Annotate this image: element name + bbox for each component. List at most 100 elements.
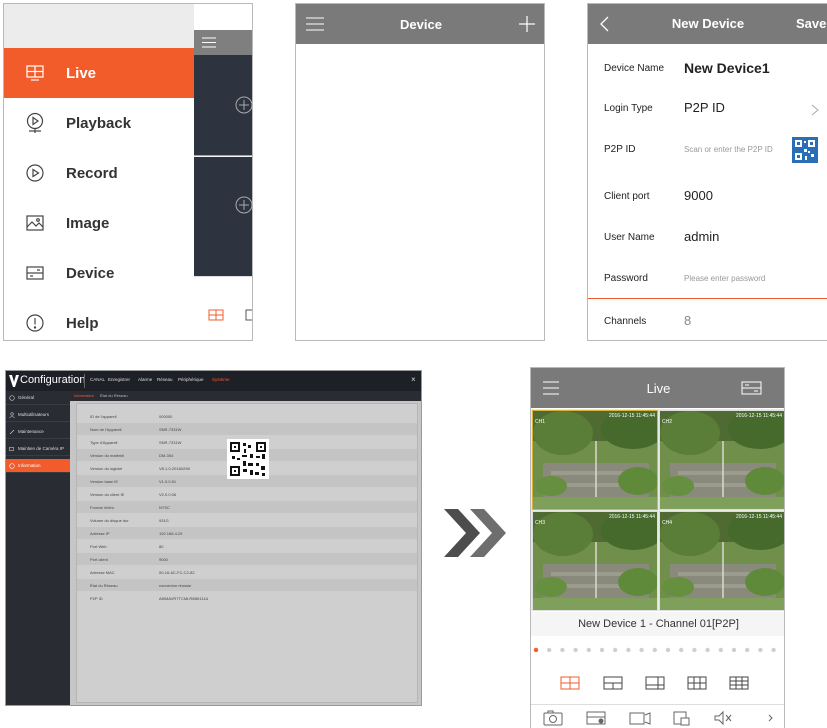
new-device-screen: New Device Save Device Name New Device1 … [587,3,827,341]
password-field[interactable]: Password Please enter password [588,259,827,299]
menu-item-playback[interactable]: Playback [4,98,194,148]
nav-canal[interactable]: CANAL [90,377,105,382]
sidebar-item-maintenance[interactable]: Maintenance [6,425,70,439]
page-dot[interactable] [599,647,605,653]
menu-item-record[interactable]: Record [4,148,194,198]
sidebar-item-maintien-camera-ip[interactable]: Maintien de Caméra IP [6,442,70,456]
empty-channel-tile[interactable] [194,55,252,156]
menu-item-help[interactable]: Help [4,298,194,340]
field-label: P2P ID [604,144,636,155]
user-name-field[interactable]: User Name admin [588,218,827,258]
info-row: Port client 9000 [77,553,417,565]
hamburger-icon[interactable] [304,13,326,35]
nav-reseau[interactable]: Réseau [157,377,173,382]
page-dot[interactable] [692,647,697,653]
menu-item-image[interactable]: Image [4,198,194,248]
camera-tile[interactable]: 2016-12-15 11:45:44 CH1 [532,410,658,510]
password-input[interactable]: Please enter password [684,274,765,283]
dvr-device-icon[interactable] [741,381,763,395]
tab-etat-reseau[interactable]: État du Réseau [100,393,128,398]
record-icon [586,711,606,725]
p2p-id-input[interactable]: Scan or enter the P2P ID [684,145,773,154]
device-name-input[interactable]: New Device1 [684,60,770,76]
configuration-window: Configuration CANAL Enregistrer Alarme R… [5,370,422,706]
camera-tile[interactable]: 2016-12-15 11:45:44 CH2 [659,410,784,510]
sidebar-item-label: Multiutilisateurs [18,412,50,417]
nav-peripherique[interactable]: Périphérique [178,377,204,382]
info-value: 192.168.4.29 [159,531,183,536]
page-dot[interactable] [652,647,657,653]
page-dot[interactable] [718,647,723,653]
live-preview-header [194,30,253,55]
page-dot[interactable] [626,647,631,653]
menu-item-live[interactable]: Live [4,48,194,98]
device-name-field[interactable]: Device Name New Device1 [588,49,827,89]
sidebar-item-general[interactable]: Général [6,391,70,405]
page-dot[interactable] [547,647,552,653]
channels-input[interactable]: 8 [684,313,691,328]
dvr-device-icon [4,265,66,281]
image-icon [4,214,66,232]
camera-tile[interactable]: 2016-12-15 11:45:44 CH3 [532,511,658,611]
camera-timestamp: 2016-12-15 11:45:44 [608,413,655,419]
new-device-header: New Device Save [588,4,827,44]
login-type-field[interactable]: Login Type P2P ID [588,89,827,129]
camera-feed-image [533,512,657,610]
config-title-bar: Configuration CANAL Enregistrer Alarme R… [6,371,421,391]
channels-field[interactable]: Channels 8 [588,302,827,340]
page-dot[interactable] [679,647,684,653]
nav-enregistrer[interactable]: Enregistrer [108,377,130,382]
live-header: Live [531,368,784,408]
client-port-input[interactable]: 9000 [684,188,713,203]
nav-alarme[interactable]: Alarme [138,377,152,382]
empty-channel-tile[interactable] [194,157,252,276]
login-type-select[interactable]: P2P ID [684,100,725,115]
tab-information[interactable]: Information [74,393,94,398]
info-label: Version du logiciel [90,466,123,471]
page-dot[interactable] [586,647,591,653]
sidebar-item-multiutilisateurs[interactable]: Multiutilisateurs [6,408,70,422]
divider [84,374,85,388]
live-view-screen: Live 2016-12-15 11:45:44 CH1 2016-12-15 11… [530,367,785,728]
user-name-input[interactable]: admin [684,229,719,244]
page-title: Device [400,16,442,32]
camera-tile[interactable]: 2016-12-15 11:45:44 CH4 [659,511,784,611]
page-dot[interactable] [731,647,737,653]
camera-channel-label: CH4 [662,520,673,526]
info-row: Adresse MAC 00-16-6C-FC-C2-82 [77,566,417,578]
sidebar-item-information[interactable]: Information [6,459,70,473]
window-title: Configuration [20,374,86,386]
close-icon[interactable]: × [411,375,416,384]
field-label: Client port [604,191,650,202]
page-dot[interactable] [705,647,710,653]
camera-feed-image [660,512,784,610]
page-dot[interactable] [573,647,578,653]
channel-caption: New Device 1 - Channel 01[P2P] [531,612,784,636]
camera-icon [9,446,14,451]
qr-scan-icon[interactable] [792,137,818,163]
client-port-field[interactable]: Client port 9000 [588,177,827,217]
camera-timestamp: 2016-12-15 11:45:44 [735,413,782,419]
info-row: Adresse IP 192.168.4.29 [77,527,417,539]
save-button[interactable]: Save [796,16,826,31]
field-label: Channels [604,316,647,327]
users-icon [9,411,15,418]
hamburger-icon[interactable] [194,30,253,55]
nav-systeme[interactable]: Système [212,377,230,382]
add-device-icon[interactable] [516,13,538,35]
page-dot[interactable] [613,647,618,653]
page-dot[interactable] [560,647,565,653]
page-dot[interactable] [758,647,763,653]
page-dot[interactable] [533,647,539,653]
page-dot[interactable] [771,647,776,653]
page-dot[interactable] [639,647,644,653]
mute-icon [714,710,732,726]
p2p-id-field[interactable]: P2P ID Scan or enter the P2P ID [588,130,827,170]
info-label: Adresse MAC [90,570,115,575]
menu-item-label: Device [66,264,115,282]
field-label: Password [604,273,648,284]
page-dot[interactable] [745,647,750,653]
page-dot[interactable] [665,647,671,653]
channel-switch-icon [673,711,690,726]
menu-item-device[interactable]: Device [4,248,194,298]
